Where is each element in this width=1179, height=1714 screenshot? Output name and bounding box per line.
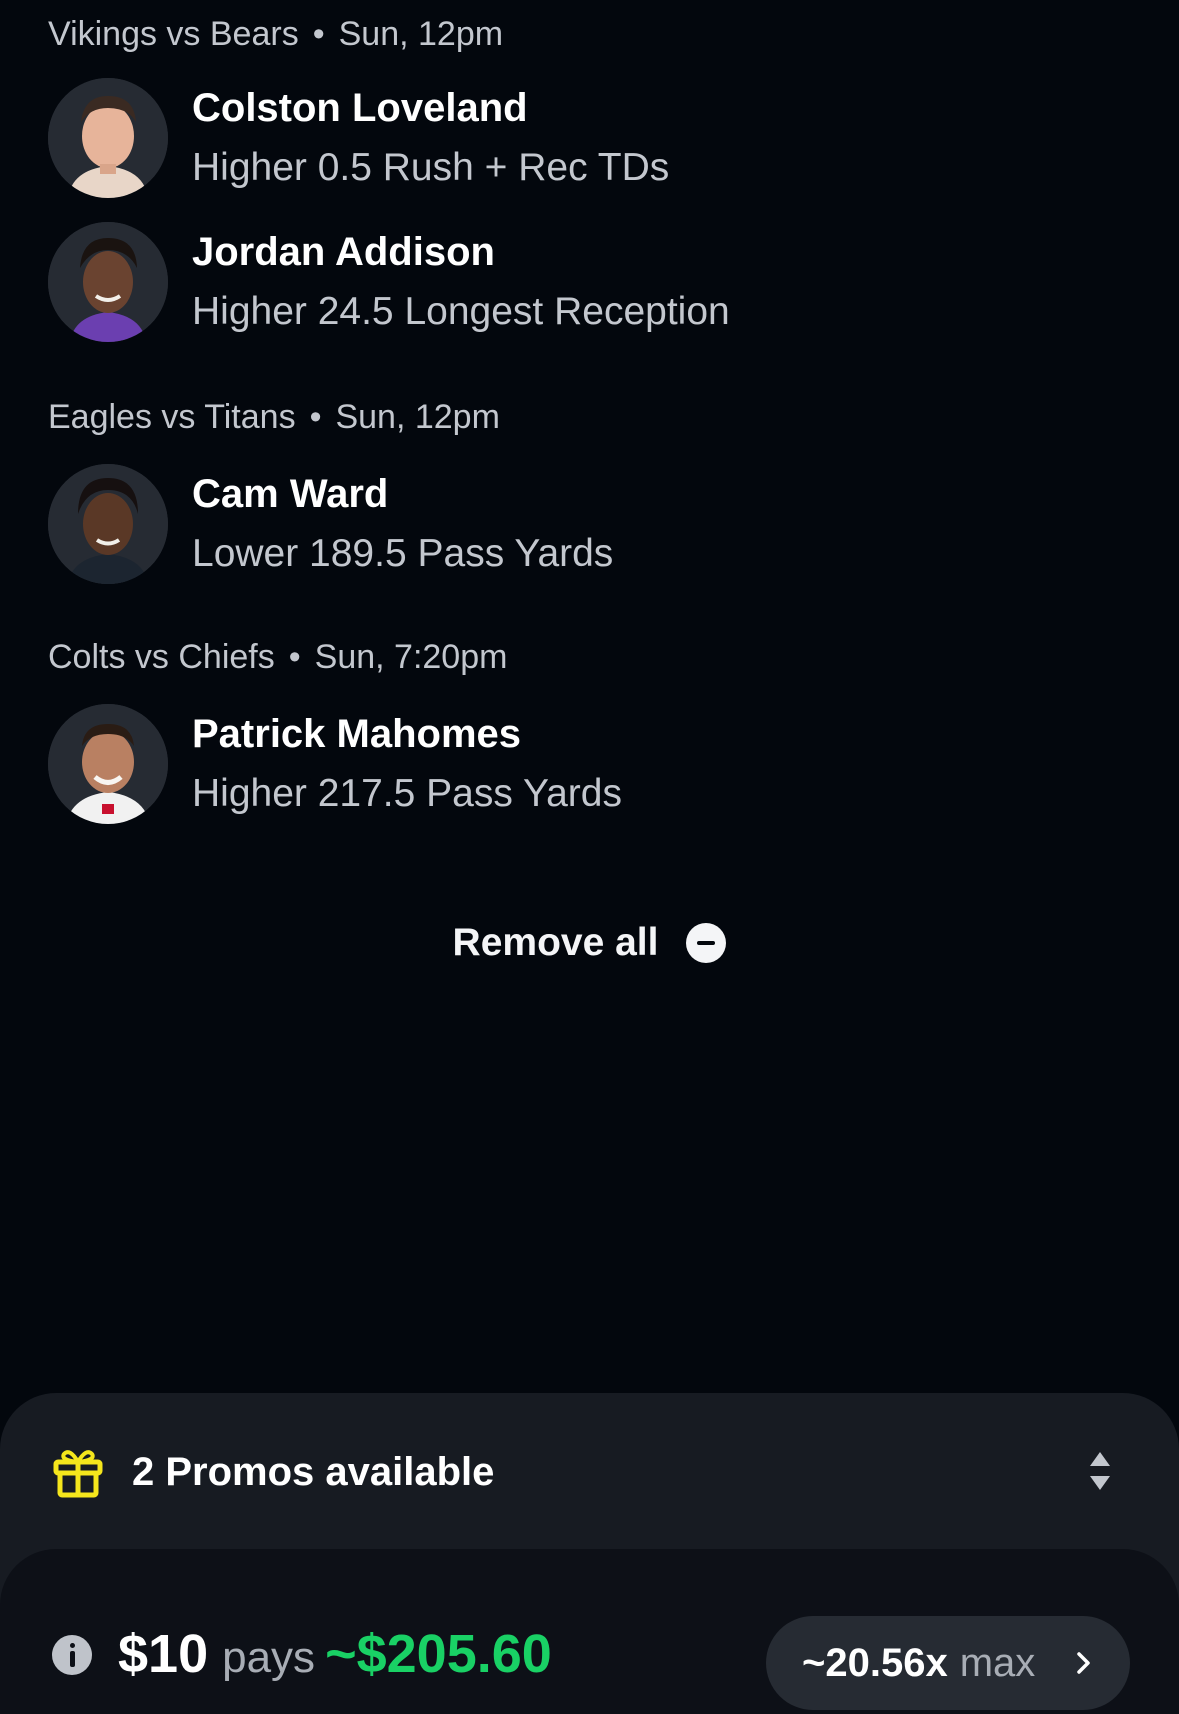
minus-circle-icon bbox=[686, 923, 727, 963]
pick-row[interactable]: Cam Ward Lower 189.5 Pass Yards bbox=[48, 464, 1131, 584]
player-photo-icon bbox=[48, 464, 168, 584]
gift-icon bbox=[53, 1450, 103, 1498]
player-name: Patrick Mahomes bbox=[192, 712, 522, 756]
pick-row[interactable]: Jordan Addison Higher 24.5 Longest Recep… bbox=[48, 222, 1131, 342]
remove-all-label: Remove all bbox=[452, 921, 659, 964]
pick-line: Higher 0.5 Rush + Rec TDs bbox=[192, 146, 670, 189]
player-avatar bbox=[48, 704, 168, 824]
game-time: Sun, 12pm bbox=[335, 398, 500, 436]
multiplier-button[interactable]: ~20.56x max bbox=[766, 1616, 1130, 1710]
separator-dot: • bbox=[312, 15, 325, 53]
player-photo-icon bbox=[48, 704, 168, 824]
game-group-eagles-titans: Eagles vs Titans • Sun, 12pm Cam Ward Lowe… bbox=[48, 397, 1131, 584]
bottom-sheet: 2 Promos available $10 pays ~$205.60 ~20.5… bbox=[0, 1393, 1179, 1714]
game-header: Eagles vs Titans • Sun, 12pm bbox=[48, 397, 1131, 437]
payout-summary: $10 pays ~$205.60 bbox=[118, 1623, 552, 1699]
pick-row[interactable]: Patrick Mahomes Higher 217.5 Pass Yards bbox=[48, 704, 1131, 824]
separator-dot: • bbox=[309, 398, 322, 436]
game-time: Sun, 12pm bbox=[338, 15, 504, 53]
pays-label: pays bbox=[222, 1633, 316, 1682]
max-label: max bbox=[959, 1640, 1036, 1685]
multiplier-value: ~20.56x bbox=[802, 1640, 948, 1685]
game-header: Colts vs Chiefs • Sun, 7:20pm bbox=[48, 637, 1131, 677]
player-photo-icon bbox=[48, 78, 168, 198]
game-group-vikings-bears: Vikings vs Bears • Sun, 12pm Colston Lovel… bbox=[48, 14, 1131, 342]
player-avatar bbox=[48, 78, 168, 198]
promos-row[interactable]: 2 Promos available bbox=[0, 1393, 1179, 1549]
info-icon[interactable] bbox=[52, 1635, 92, 1675]
pick-line: Higher 24.5 Longest Reception bbox=[192, 290, 730, 333]
game-header: Vikings vs Bears • Sun, 12pm bbox=[48, 14, 1131, 54]
matchup-label: Eagles vs Titans bbox=[48, 398, 296, 436]
pick-line: Higher 217.5 Pass Yards bbox=[192, 772, 622, 815]
chevron-right-icon bbox=[1077, 1652, 1090, 1674]
stake-amount[interactable]: $10 bbox=[118, 1624, 208, 1684]
player-name: Colston Loveland bbox=[192, 86, 528, 130]
player-avatar bbox=[48, 464, 168, 584]
game-group-colts-chiefs: Colts vs Chiefs • Sun, 7:20pm Patrick Maho… bbox=[48, 637, 1131, 824]
player-photo-icon bbox=[48, 222, 168, 342]
separator-dot: • bbox=[288, 638, 301, 676]
pick-line: Lower 189.5 Pass Yards bbox=[192, 532, 614, 575]
remove-all-button[interactable]: Remove all bbox=[0, 918, 1179, 968]
player-name: Cam Ward bbox=[192, 472, 389, 516]
game-time: Sun, 7:20pm bbox=[314, 638, 508, 676]
sort-icon[interactable] bbox=[1089, 1450, 1111, 1492]
matchup-label: Colts vs Chiefs bbox=[48, 638, 275, 676]
player-avatar bbox=[48, 222, 168, 342]
pick-row[interactable]: Colston Loveland Higher 0.5 Rush + Rec T… bbox=[48, 78, 1131, 198]
player-name: Jordan Addison bbox=[192, 230, 495, 274]
payout-bar: $10 pays ~$205.60 ~20.56x max bbox=[0, 1549, 1179, 1714]
promos-label: 2 Promos available bbox=[132, 1450, 495, 1494]
matchup-label: Vikings vs Bears bbox=[48, 15, 299, 53]
payout-amount: ~$205.60 bbox=[325, 1624, 552, 1684]
